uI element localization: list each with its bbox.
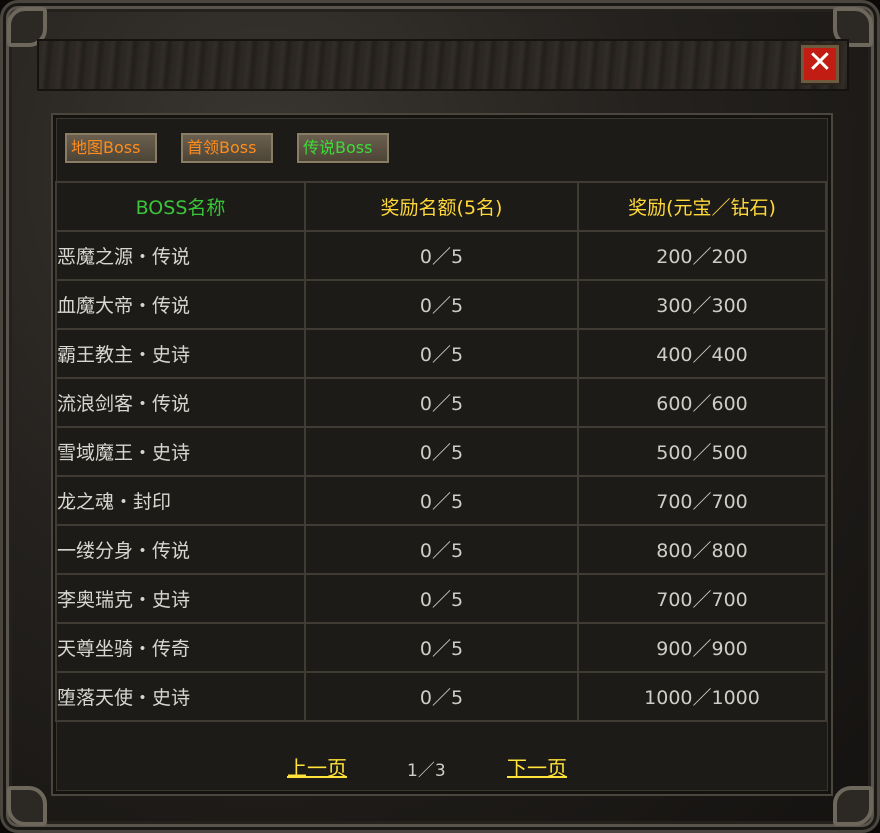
table-row: 霸王教主・史诗 0／5 400／400 bbox=[55, 328, 827, 379]
boss-name-cell: 流浪剑客・传说 bbox=[55, 377, 306, 428]
reward-cell: 600／600 bbox=[577, 377, 827, 428]
prev-page-link[interactable]: 上一页 bbox=[287, 752, 347, 781]
boss-name-cell: 血魔大帝・传说 bbox=[55, 279, 306, 330]
reward-cell: 300／300 bbox=[577, 279, 827, 330]
boss-table: BOSS名称 奖励名额(5名) 奖励(元宝／钻石) 恶魔之源・传说 0／5 20… bbox=[55, 181, 827, 722]
quota-cell: 0／5 bbox=[304, 671, 579, 722]
close-icon: ✕ bbox=[807, 45, 833, 80]
boss-name-cell: 天尊坐骑・传奇 bbox=[55, 622, 306, 673]
table-row: 恶魔之源・传说 0／5 200／200 bbox=[55, 230, 827, 281]
reward-cell: 400／400 bbox=[577, 328, 827, 379]
header-boss-name: BOSS名称 bbox=[55, 181, 306, 232]
corner-ornament bbox=[7, 786, 47, 826]
reward-cell: 500／500 bbox=[577, 426, 827, 477]
table-row: 流浪剑客・传说 0／5 600／600 bbox=[55, 377, 827, 428]
reward-cell: 800／800 bbox=[577, 524, 827, 575]
quota-cell: 0／5 bbox=[304, 377, 579, 428]
boss-name-cell: 一缕分身・传说 bbox=[55, 524, 306, 575]
quota-cell: 0／5 bbox=[304, 573, 579, 624]
boss-name-cell: 雪域魔王・史诗 bbox=[55, 426, 306, 477]
quota-cell: 0／5 bbox=[304, 328, 579, 379]
quota-cell: 0／5 bbox=[304, 279, 579, 330]
quota-cell: 0／5 bbox=[304, 622, 579, 673]
pagination: 上一页 1／3 下一页 bbox=[55, 748, 825, 786]
quota-cell: 0／5 bbox=[304, 475, 579, 526]
page-indicator: 1／3 bbox=[407, 761, 446, 781]
tab-leader-boss[interactable]: 首领Boss bbox=[180, 132, 274, 164]
title-bar bbox=[37, 39, 849, 91]
reward-cell: 900／900 bbox=[577, 622, 827, 673]
boss-reward-window: ✕ 地图Boss 首领Boss 传说Boss BOSS名称 奖励名额(5名) 奖… bbox=[0, 0, 880, 833]
quota-cell: 0／5 bbox=[304, 230, 579, 281]
tab-legend-boss[interactable]: 传说Boss bbox=[296, 132, 390, 164]
quota-cell: 0／5 bbox=[304, 426, 579, 477]
boss-name-cell: 龙之魂・封印 bbox=[55, 475, 306, 526]
next-page-link[interactable]: 下一页 bbox=[507, 752, 567, 781]
corner-ornament bbox=[833, 786, 873, 826]
table-row: 雪域魔王・史诗 0／5 500／500 bbox=[55, 426, 827, 477]
boss-name-cell: 堕落天使・史诗 bbox=[55, 671, 306, 722]
table-row: 堕落天使・史诗 0／5 1000／1000 bbox=[55, 671, 827, 722]
header-quota: 奖励名额(5名) bbox=[304, 181, 579, 232]
table-row: 龙之魂・封印 0／5 700／700 bbox=[55, 475, 827, 526]
reward-cell: 700／700 bbox=[577, 475, 827, 526]
close-button[interactable]: ✕ bbox=[799, 43, 841, 85]
reward-cell: 1000／1000 bbox=[577, 671, 827, 722]
table-row: 李奥瑞克・史诗 0／5 700／700 bbox=[55, 573, 827, 624]
boss-name-cell: 李奥瑞克・史诗 bbox=[55, 573, 306, 624]
table-header-row: BOSS名称 奖励名额(5名) 奖励(元宝／钻石) bbox=[55, 181, 827, 232]
boss-name-cell: 霸王教主・史诗 bbox=[55, 328, 306, 379]
quota-cell: 0／5 bbox=[304, 524, 579, 575]
table-row: 天尊坐骑・传奇 0／5 900／900 bbox=[55, 622, 827, 673]
boss-name-cell: 恶魔之源・传说 bbox=[55, 230, 306, 281]
reward-cell: 200／200 bbox=[577, 230, 827, 281]
tab-map-boss[interactable]: 地图Boss bbox=[64, 132, 158, 164]
header-reward: 奖励(元宝／钻石) bbox=[577, 181, 827, 232]
table-row: 一缕分身・传说 0／5 800／800 bbox=[55, 524, 827, 575]
table-row: 血魔大帝・传说 0／5 300／300 bbox=[55, 279, 827, 330]
reward-cell: 700／700 bbox=[577, 573, 827, 624]
